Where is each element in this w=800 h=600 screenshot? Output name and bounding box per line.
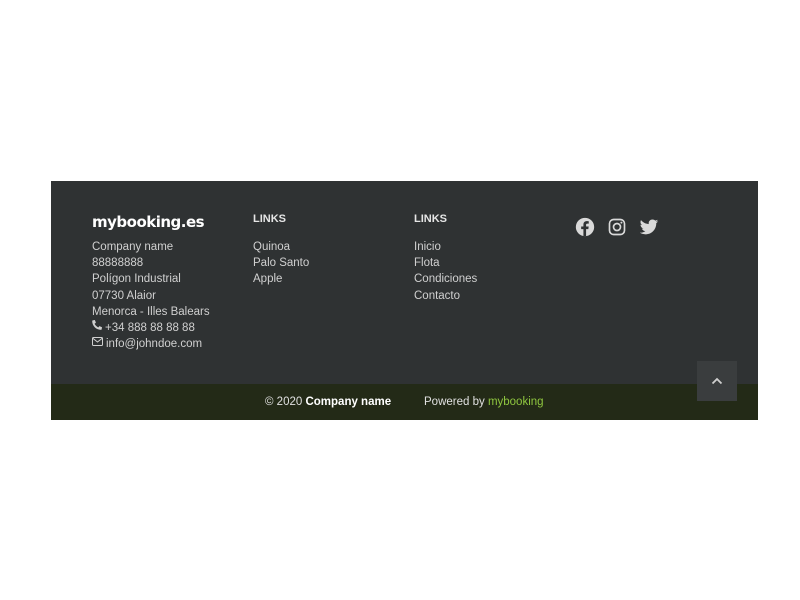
powered-by-link[interactable]: mybooking (488, 396, 544, 408)
facebook-icon[interactable] (575, 217, 595, 237)
copyright: © 2020 Company name (265, 384, 391, 420)
scroll-to-top-button[interactable] (697, 361, 737, 401)
site-footer: mybooking.es Company name 88888888 Políg… (51, 181, 758, 420)
links-title: LINKS (414, 213, 447, 225)
instagram-icon[interactable] (607, 217, 627, 237)
company-name: Company name (92, 241, 174, 253)
links-list: Quinoa Palo Santo Apple (253, 239, 309, 288)
footer-link-inicio[interactable]: Inicio (414, 239, 477, 255)
envelope-icon (92, 335, 103, 351)
social-links (575, 217, 659, 237)
phone-icon (92, 319, 103, 335)
powered-by-label: Powered by (424, 396, 485, 408)
company-id: 88888888 (92, 257, 144, 270)
site-logo[interactable]: mybooking.es (92, 213, 205, 231)
address-line3: Menorca - Illes Balears (92, 305, 210, 318)
footer-link-flota[interactable]: Flota (414, 255, 477, 271)
address-line1: Polígon Industrial (92, 273, 181, 286)
email-row: info@johndoe.com (92, 336, 210, 352)
copyright-company: Company name (305, 396, 392, 408)
contact-list: Company name 88888888 Polígon Industrial… (92, 239, 210, 352)
phone-row: +34 888 88 88 88 (92, 319, 210, 336)
footer-link-contacto[interactable]: Contacto (414, 288, 477, 304)
footer-link-palo-santo[interactable]: Palo Santo (253, 255, 309, 271)
footer-main: mybooking.es Company name 88888888 Políg… (51, 181, 758, 384)
address-line2: 07730 Alaior (92, 289, 156, 302)
email-link[interactable]: info@johndoe.com (106, 338, 202, 350)
links-title: LINKS (253, 213, 286, 225)
footer-link-condiciones[interactable]: Condiciones (414, 271, 477, 287)
copyright-year: © 2020 (265, 396, 303, 408)
links-list: Inicio Flota Condiciones Contacto (414, 239, 477, 304)
footer-link-apple[interactable]: Apple (253, 271, 309, 287)
powered-by: Powered by mybooking (424, 384, 544, 420)
footer-bottom-bar: © 2020 Company name Powered by mybooking (51, 384, 758, 420)
twitter-icon[interactable] (639, 217, 659, 237)
phone-link[interactable]: +34 888 88 88 88 (105, 322, 195, 334)
footer-link-quinoa[interactable]: Quinoa (253, 239, 309, 255)
chevron-up-icon (711, 377, 723, 385)
